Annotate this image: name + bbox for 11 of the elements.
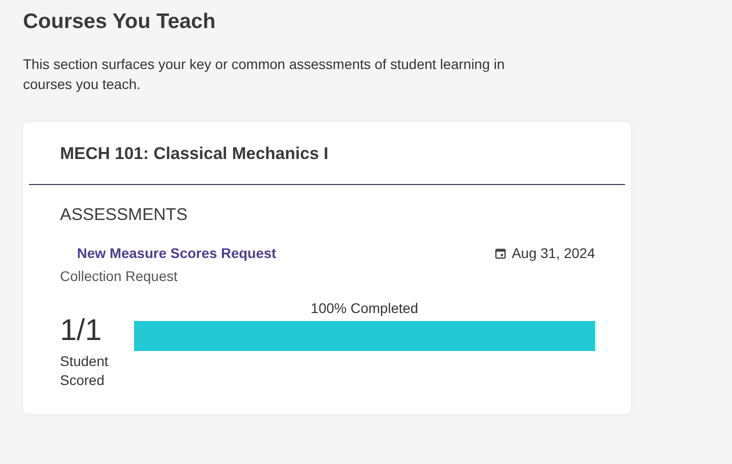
- progress-label: 100% Completed: [310, 300, 420, 316]
- score-count: 1/1: [60, 314, 103, 348]
- assessment-type: Collection Request: [59, 268, 179, 284]
- assessment-link[interactable]: New Measure Scores Request: [77, 245, 276, 261]
- section-description: This section surfaces your key or common assessments of student learning in courses you teach.: [23, 55, 506, 94]
- page-title: Courses You Teach: [23, 10, 217, 34]
- score-count-label: Student Scored: [60, 352, 110, 390]
- due-date: Aug 31, 2024: [512, 245, 595, 261]
- calendar-icon: [494, 248, 506, 258]
- course-title: MECH 101: Classical Mechanics I: [59, 144, 330, 164]
- section-heading: ASSESSMENTS: [59, 205, 189, 225]
